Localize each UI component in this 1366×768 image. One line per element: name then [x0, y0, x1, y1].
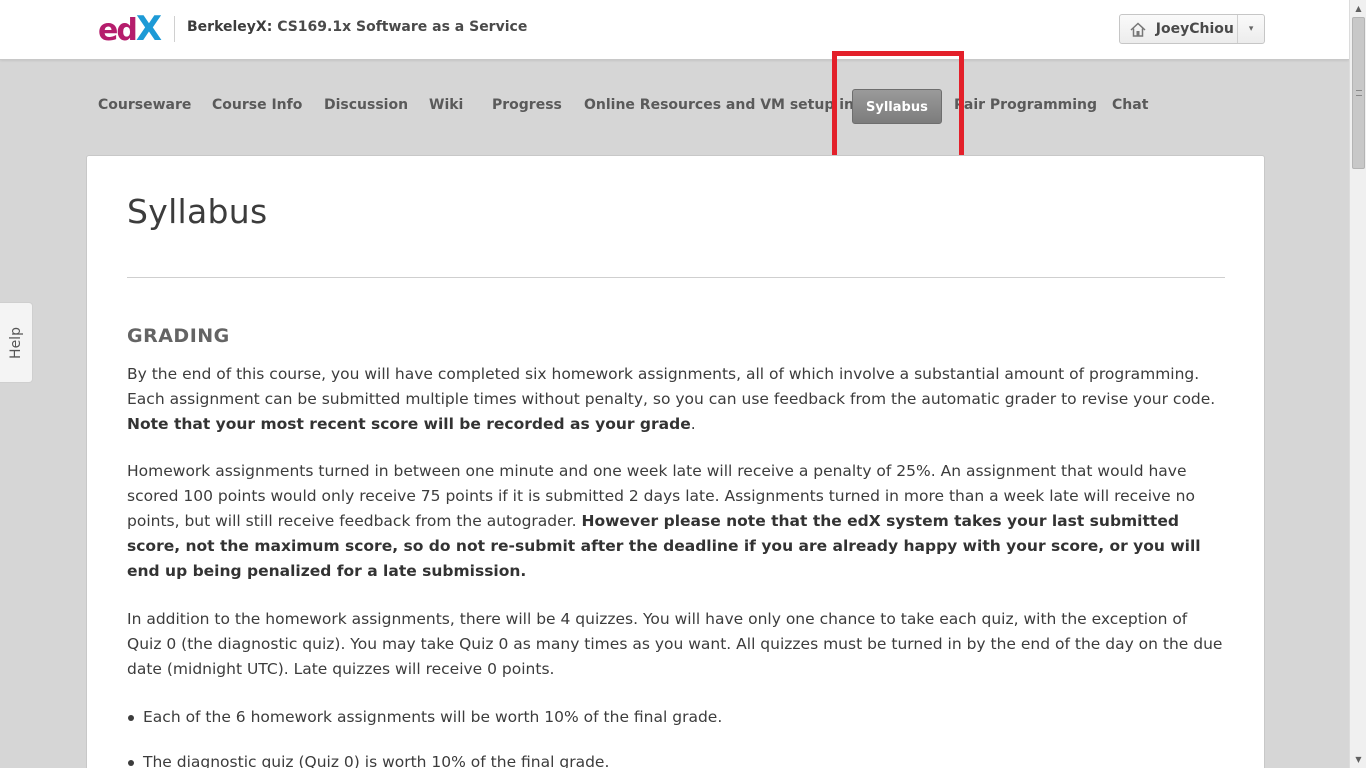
edx-logo[interactable]: edX — [98, 9, 162, 49]
title-divider — [127, 277, 1225, 278]
tab-online-resources[interactable]: Online Resources and VM setup info — [584, 97, 870, 113]
help-tab-label[interactable]: Help — [8, 327, 24, 359]
site-header: edX BerkeleyX: CS169.1x Software as a Se… — [0, 0, 1349, 60]
paragraph-late-policy: Homework assignments turned in between o… — [127, 459, 1225, 584]
tab-progress[interactable]: Progress — [492, 97, 562, 113]
paragraph-text: By the end of this course, you will have… — [127, 365, 1216, 408]
scroll-thumb[interactable] — [1352, 17, 1365, 169]
grading-bullet-list: Each of the 6 homework assignments will … — [128, 705, 1223, 768]
user-menu[interactable]: JoeyChiou ▾ — [1119, 14, 1265, 44]
username[interactable]: JoeyChiou — [1156, 21, 1237, 37]
course-title: BerkeleyX: CS169.1x Software as a Servic… — [187, 19, 527, 35]
course-nav: Courseware Course Info Discussion Wiki P… — [0, 60, 1349, 155]
paragraph-grading-intro: By the end of this course, you will have… — [127, 362, 1225, 437]
logo-e: e — [98, 13, 118, 48]
tab-wiki[interactable]: Wiki — [429, 97, 463, 113]
tab-syllabus[interactable]: Syllabus — [852, 89, 942, 124]
tab-courseware[interactable]: Courseware — [98, 97, 191, 113]
tab-chat[interactable]: Chat — [1112, 97, 1148, 113]
syllabus-content: Syllabus GRADING By the end of this cour… — [86, 155, 1265, 768]
course-name: CS169.1x Software as a Service — [277, 19, 528, 35]
paragraph-bold-text: Note that your most recent score will be… — [127, 415, 691, 433]
paragraph-end: . — [690, 415, 696, 433]
list-item: Each of the 6 homework assignments will … — [128, 705, 1223, 730]
scroll-grip-icon — [1356, 90, 1362, 96]
paragraph-quizzes: In addition to the homework assignments,… — [127, 610, 1223, 678]
section-heading-grading: GRADING — [127, 325, 230, 347]
logo-d: d — [116, 13, 138, 48]
help-tab[interactable]: Help — [0, 302, 33, 383]
list-item: The diagnostic quiz (Quiz 0) is worth 10… — [128, 750, 1223, 768]
home-icon[interactable] — [1120, 15, 1156, 43]
scroll-down-arrow-icon[interactable]: ▼ — [1350, 751, 1366, 768]
tab-discussion[interactable]: Discussion — [324, 97, 408, 113]
logo-x: X — [135, 9, 162, 49]
tab-pair-programming[interactable]: Pair Programming — [954, 97, 1097, 113]
scroll-up-arrow-icon[interactable]: ▲ — [1350, 0, 1366, 17]
user-dropdown-caret-icon[interactable]: ▾ — [1237, 15, 1264, 43]
vertical-scrollbar[interactable]: ▲ ▼ — [1349, 0, 1366, 768]
tab-course-info[interactable]: Course Info — [212, 97, 302, 113]
header-divider — [174, 16, 175, 42]
page-title: Syllabus — [127, 192, 268, 231]
course-org: BerkeleyX: — [187, 19, 273, 35]
